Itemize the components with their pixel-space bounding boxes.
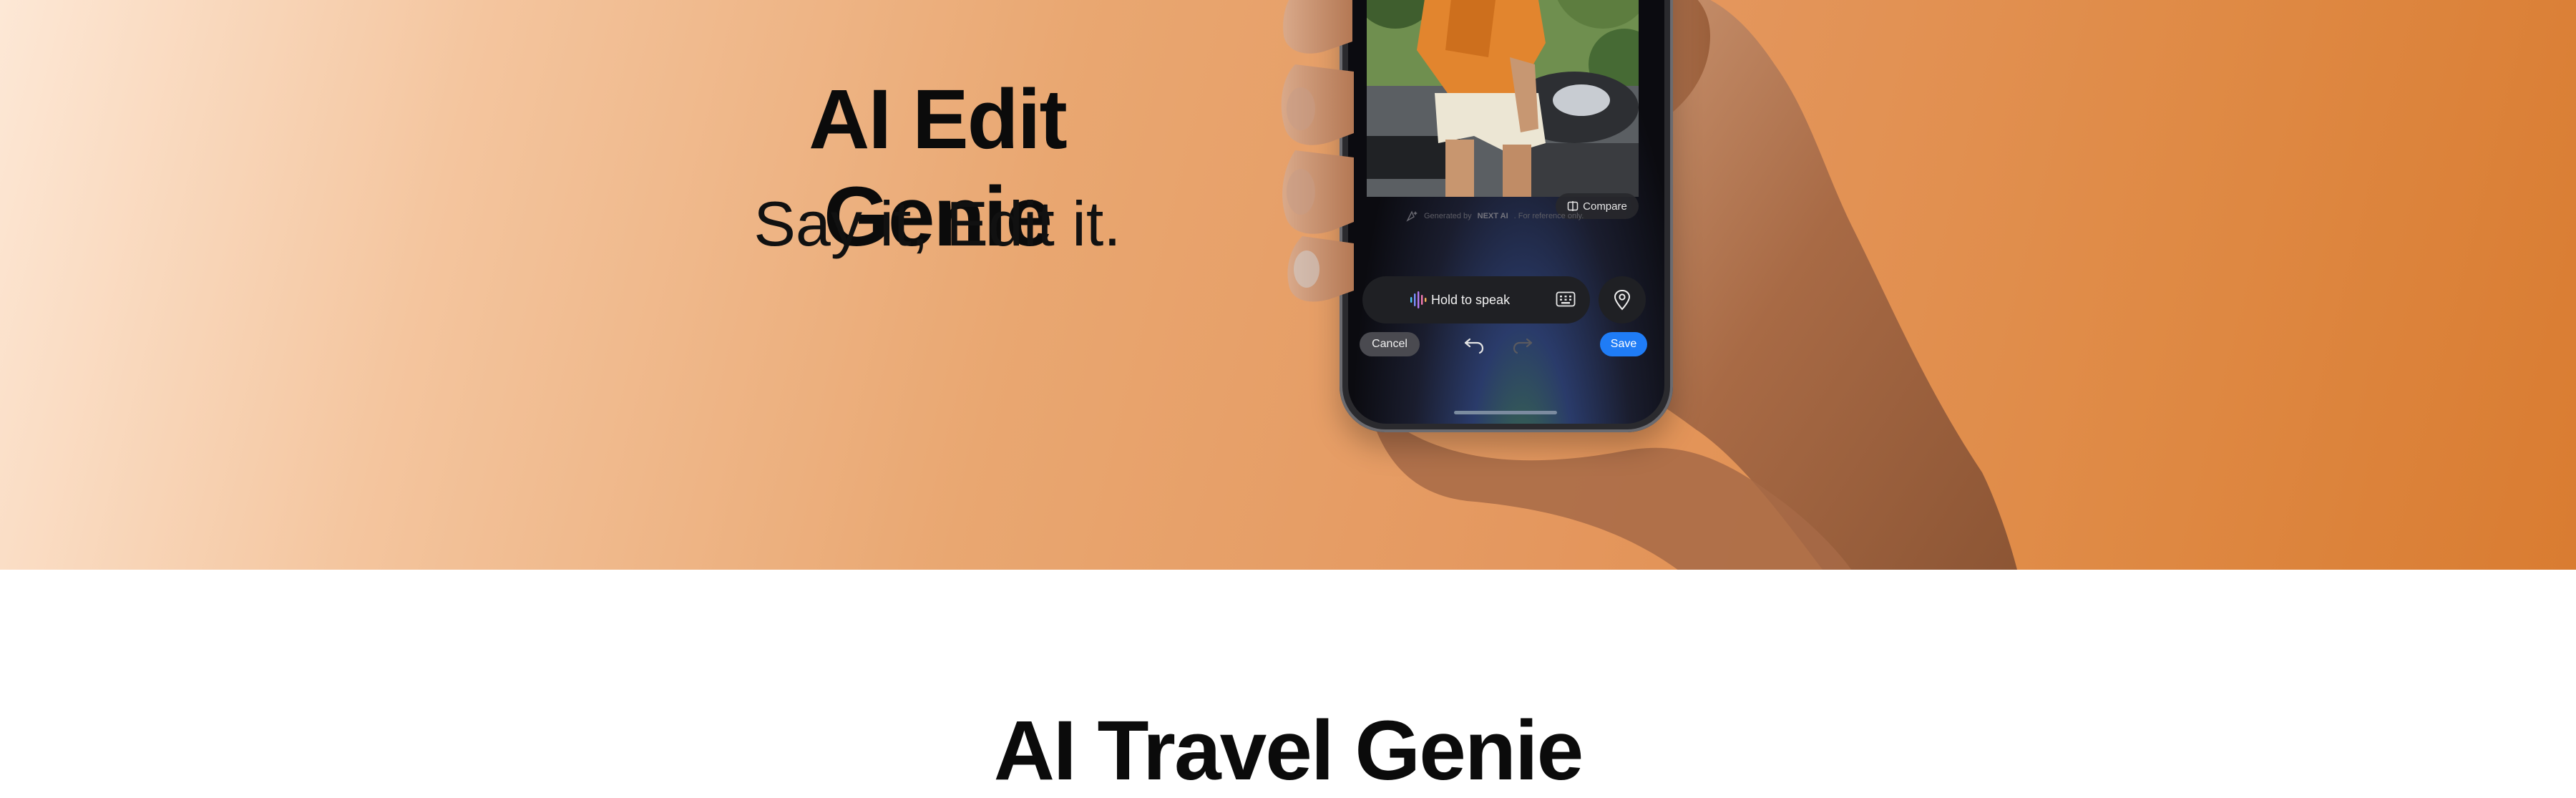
undo-icon[interactable] (1463, 334, 1485, 355)
fingers-illustration (1281, 0, 1354, 302)
hero-subtitle: Say it, Edit it. (753, 188, 1121, 259)
ai-sparkle-icon (1406, 210, 1418, 222)
keyboard-icon[interactable] (1556, 291, 1576, 308)
home-indicator (1454, 411, 1557, 414)
cancel-button[interactable]: Cancel (1360, 332, 1420, 356)
redo-icon[interactable] (1511, 334, 1534, 355)
ai-disclaimer: Generated by NEXT AI . For reference onl… (1405, 208, 1620, 225)
hold-to-speak-label: Hold to speak (1431, 293, 1511, 307)
location-button[interactable] (1599, 276, 1646, 323)
phone-screen: Compare Generated by NEXT AI . For refer… (1348, 0, 1664, 424)
ai-disclaimer-suffix: . For reference only. (1513, 212, 1584, 220)
phone-device: Compare Generated by NEXT AI . For refer… (1340, 0, 1673, 432)
ai-disclaimer-brand: NEXT AI (1477, 212, 1508, 220)
hero-banner: AI Edit Genie Say it, Edit it. Compare G… (0, 0, 2576, 570)
hold-to-speak-button[interactable]: Hold to speak (1362, 276, 1590, 323)
location-pin-icon (1614, 289, 1631, 311)
next-section-title: AI Travel Genie (993, 704, 1584, 798)
edited-photo (1367, 0, 1639, 197)
voice-wave-icon (1410, 291, 1427, 308)
save-button[interactable]: Save (1600, 332, 1647, 356)
ai-disclaimer-prefix: Generated by (1424, 212, 1472, 220)
